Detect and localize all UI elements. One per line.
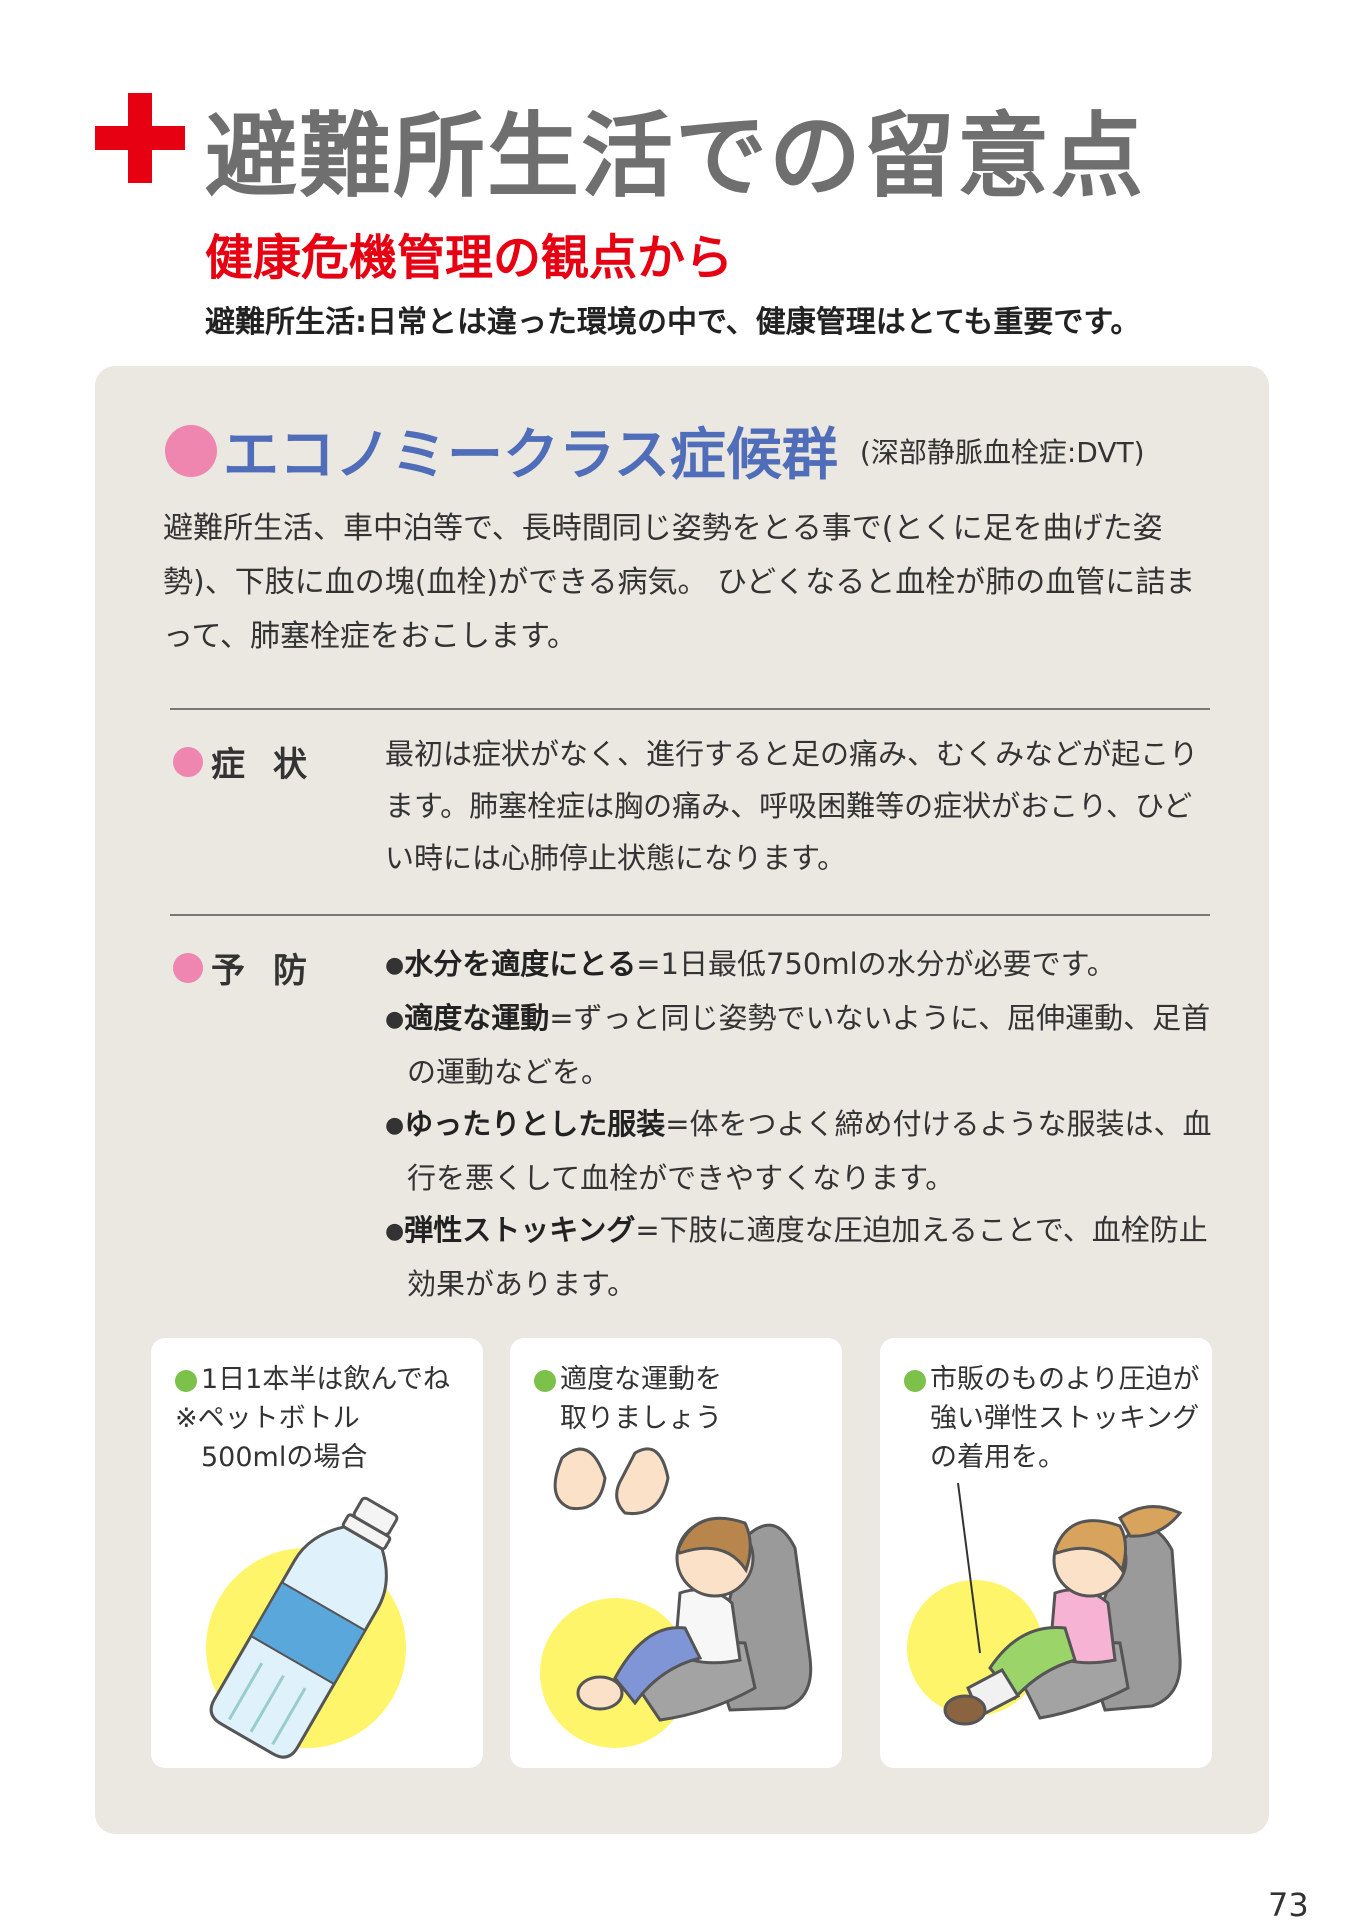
card-line: 強い弾性ストッキング xyxy=(930,1403,1200,1434)
tip-card-stockings: 市販のものより圧迫が 強い弾性ストッキング の着用を。 xyxy=(880,1338,1212,1768)
prevention-label-text: 予防 xyxy=(211,951,335,991)
card-line: 適度な運動を xyxy=(560,1364,722,1395)
green-bullet-icon xyxy=(534,1369,556,1392)
list-item: ●水分を適度にとる=1日最低750mlの水分が必要です。 xyxy=(385,938,1215,992)
page-title: 避難所生活での留意点 xyxy=(205,103,1146,210)
symptoms-label: 症状 xyxy=(173,737,335,786)
green-bullet-icon xyxy=(904,1369,926,1392)
section-title: エコノミークラス症候群 xyxy=(223,423,838,488)
page-number: 73 xyxy=(1268,1886,1309,1924)
card-line: 取りましょう xyxy=(560,1403,722,1434)
prevention-label: 予防 xyxy=(173,943,335,992)
section-intro: 避難所生活、車中泊等で、長時間同じ姿勢をとる事で(とくに足を曲げた姿勢)、下肢に… xyxy=(163,511,1196,654)
card-line: の着用を。 xyxy=(930,1442,1065,1473)
list-item: ●弾性ストッキング=下肢に適度な圧迫加えることで、血栓防止効果があります。 xyxy=(385,1204,1215,1310)
prevention-term: ゆったりとした服装 xyxy=(404,1107,666,1141)
section-subtitle: (深部静脈血栓症:DVT) xyxy=(859,435,1145,469)
divider xyxy=(170,708,1210,710)
red-cross-icon xyxy=(95,93,185,183)
card-caption: 市販のものより圧迫が 強い弾性ストッキング の着用を。 xyxy=(904,1360,1199,1477)
prevention-list: ●水分を適度にとる=1日最低750mlの水分が必要です。 ●適度な運動=ずっと同… xyxy=(385,938,1215,1310)
green-bullet-icon xyxy=(175,1369,197,1392)
list-item: ●適度な運動=ずっと同じ姿勢でいないように、屈伸運動、足首の運動などを。 xyxy=(385,992,1215,1098)
pink-bullet-icon xyxy=(165,424,217,477)
page-subtitle: 健康危機管理の観点から xyxy=(205,230,734,286)
card-line: 1日1本半は飲んでね xyxy=(201,1364,451,1395)
card-caption: 1日1本半は飲んでね ※ペットボトル 500mlの場合 xyxy=(175,1360,450,1477)
symptoms-text: 最初は症状がなく、進行すると足の痛み、むくみなどが起こります。肺塞栓症は胸の痛み… xyxy=(385,737,1199,875)
section-heading: エコノミークラス症候群 (深部静脈血栓症:DVT) xyxy=(165,410,1145,491)
card-line: 500mlの場合 xyxy=(201,1442,368,1473)
prevention-term: 弾性ストッキング xyxy=(404,1213,636,1247)
lead-text: 避難所生活:日常とは違った環境の中で、健康管理はとても重要です。 xyxy=(205,305,1141,340)
bullet-icon: ● xyxy=(385,1113,405,1138)
prevention-desc: =1日最低750mlの水分が必要です。 xyxy=(636,947,1116,981)
divider xyxy=(170,914,1210,916)
tip-card-hydration: 1日1本半は飲んでね ※ペットボトル 500mlの場合 xyxy=(151,1338,483,1768)
tip-card-exercise: 適度な運動を 取りましょう xyxy=(510,1338,842,1768)
bullet-icon: ● xyxy=(385,1219,405,1244)
bullet-icon: ● xyxy=(385,953,405,978)
prevention-term: 水分を適度にとる xyxy=(404,947,637,981)
card-line: 市販のものより圧迫が xyxy=(930,1364,1200,1395)
card-line: ※ペットボトル xyxy=(175,1403,360,1434)
card-caption: 適度な運動を 取りましょう xyxy=(534,1360,722,1438)
pink-bullet-icon xyxy=(173,952,203,983)
bullet-icon: ● xyxy=(385,1007,405,1032)
list-item: ●ゆったりとした服装=体をつよく締め付けるような服装は、血行を悪くして血栓ができ… xyxy=(385,1098,1215,1204)
symptoms-label-text: 症状 xyxy=(211,745,335,785)
pink-bullet-icon xyxy=(173,746,203,777)
prevention-term: 適度な運動 xyxy=(404,1001,550,1035)
